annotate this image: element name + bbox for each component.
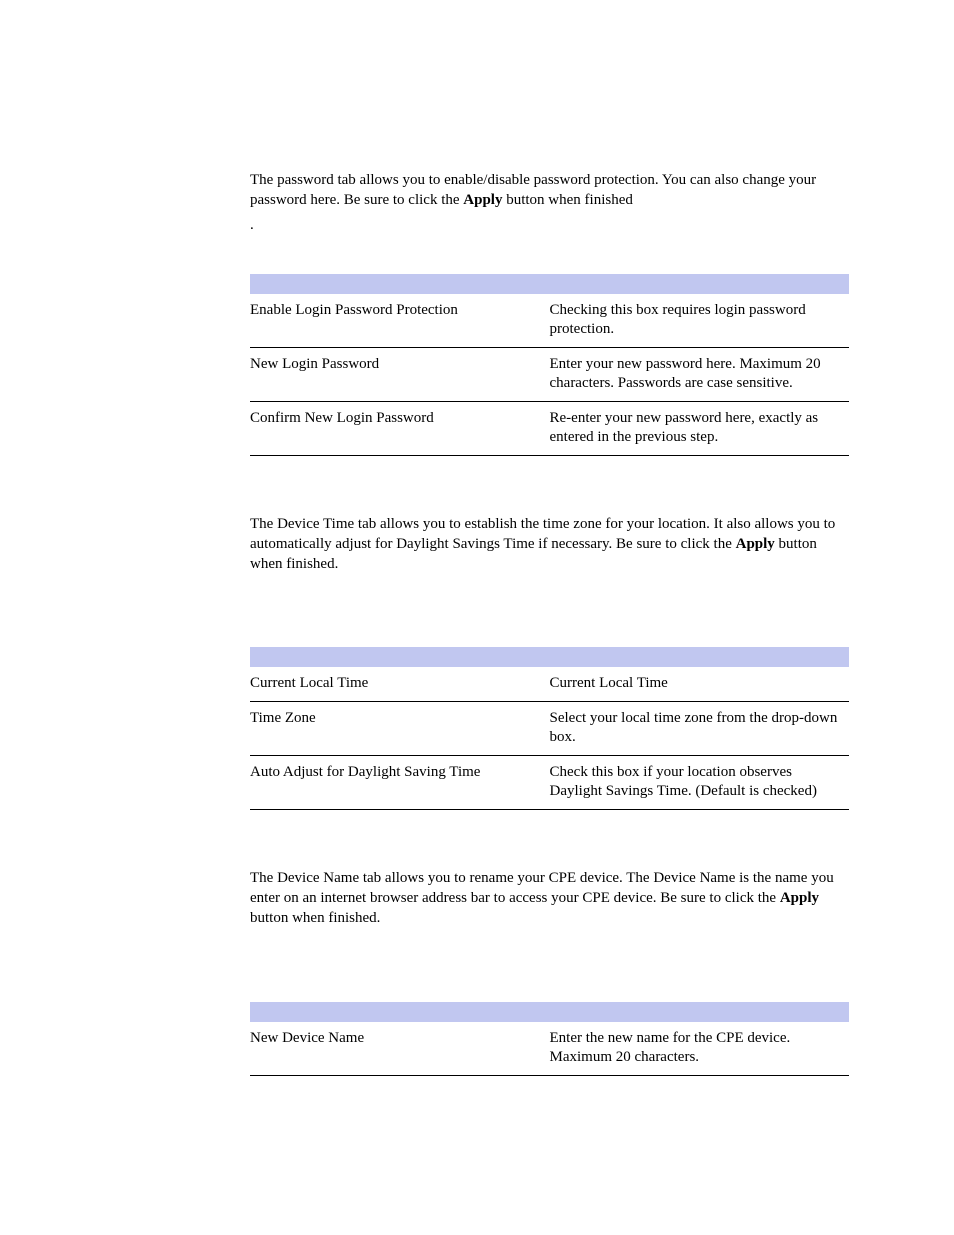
- field-name: New Device Name: [250, 1022, 550, 1076]
- field-desc: Enter the new name for the CPE device. M…: [550, 1022, 850, 1076]
- field-name: Enable Login Password Protection: [250, 294, 550, 348]
- password-table-header: [250, 274, 849, 294]
- device-name-table-header: [250, 1002, 849, 1022]
- device-time-intro: The Device Time tab allows you to establ…: [250, 514, 849, 575]
- device-name-intro: The Device Name tab allows you to rename…: [250, 868, 849, 929]
- field-desc: Checking this box requires login passwor…: [550, 294, 850, 348]
- table-row: Confirm New Login Password Re-enter your…: [250, 401, 849, 455]
- password-intro-after: button when finished: [502, 192, 632, 208]
- device-name-intro-bold: Apply: [780, 890, 819, 906]
- field-name: Time Zone: [250, 701, 550, 755]
- device-time-table: Current Local Time Current Local Time Ti…: [250, 647, 849, 810]
- device-time-table-header: [250, 647, 849, 667]
- field-name: Current Local Time: [250, 667, 550, 701]
- device-time-intro-bold: Apply: [736, 536, 775, 552]
- field-desc: Enter your new password here. Maximum 20…: [550, 347, 850, 401]
- table-row: Enable Login Password Protection Checkin…: [250, 294, 849, 348]
- field-name: Confirm New Login Password: [250, 401, 550, 455]
- password-intro: The password tab allows you to enable/di…: [250, 170, 849, 211]
- field-desc: Check this box if your location observes…: [550, 755, 850, 809]
- field-name: New Login Password: [250, 347, 550, 401]
- table-row: Current Local Time Current Local Time: [250, 667, 849, 701]
- field-desc: Current Local Time: [550, 667, 850, 701]
- field-desc: Select your local time zone from the dro…: [550, 701, 850, 755]
- device-name-intro-after: button when finished.: [250, 910, 380, 926]
- table-row: New Device Name Enter the new name for t…: [250, 1022, 849, 1076]
- device-name-intro-before: The Device Name tab allows you to rename…: [250, 870, 834, 906]
- table-row: New Login Password Enter your new passwo…: [250, 347, 849, 401]
- field-name: Auto Adjust for Daylight Saving Time: [250, 755, 550, 809]
- table-row: Time Zone Select your local time zone fr…: [250, 701, 849, 755]
- password-table: Enable Login Password Protection Checkin…: [250, 274, 849, 456]
- table-row: Auto Adjust for Daylight Saving Time Che…: [250, 755, 849, 809]
- stray-dot: .: [250, 217, 849, 234]
- password-intro-bold: Apply: [463, 192, 502, 208]
- device-name-table: New Device Name Enter the new name for t…: [250, 1002, 849, 1076]
- field-desc: Re-enter your new password here, exactly…: [550, 401, 850, 455]
